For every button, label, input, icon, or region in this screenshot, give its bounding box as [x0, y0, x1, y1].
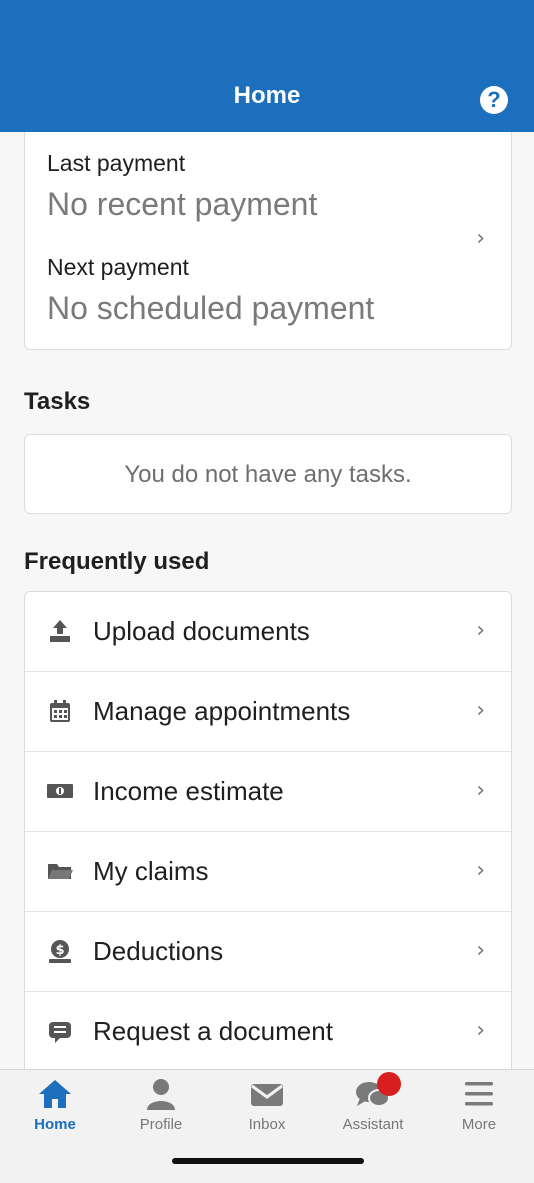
list-item-label: Request a document [93, 1016, 333, 1046]
list-item-label: Income estimate [93, 776, 284, 806]
home-icon [39, 1080, 71, 1108]
notification-badge [377, 1072, 401, 1096]
list-item-income-estimate[interactable]: Income estimate › [25, 752, 511, 832]
tasks-title: Tasks [24, 388, 91, 415]
frequently-used-title: Frequently used [24, 548, 210, 575]
chevron-right-icon: › [476, 618, 485, 643]
money-icon [47, 784, 73, 798]
chevron-right-icon: › [476, 226, 485, 251]
chevron-right-icon: › [476, 858, 485, 883]
last-payment-label: Last payment [47, 150, 186, 176]
frequently-used-list: Upload documents › Manage appointments ›… [24, 591, 512, 1071]
payments-card[interactable]: Last payment No recent payment Next paym… [24, 132, 512, 350]
last-payment-value: No recent payment [47, 186, 318, 222]
tab-label: Home [34, 1116, 76, 1133]
bottom-tab-bar: Home Profile Inbox Assistant More [0, 1069, 534, 1183]
tab-assistant[interactable]: Assistant [320, 1072, 426, 1133]
list-item-request-document[interactable]: Request a document › [25, 992, 511, 1071]
tasks-card: You do not have any tasks. [24, 434, 512, 514]
tab-label: Profile [139, 1116, 183, 1133]
chevron-right-icon: › [476, 1018, 485, 1043]
tab-home[interactable]: Home [2, 1078, 108, 1133]
deduction-icon: $ [49, 940, 71, 963]
document-request-icon [49, 1022, 71, 1043]
upload-icon [50, 620, 70, 642]
user-icon [147, 1079, 175, 1110]
list-item-upload-documents[interactable]: Upload documents › [25, 592, 511, 672]
list-item-my-claims[interactable]: My claims › [25, 832, 511, 912]
next-payment-label: Next payment [47, 254, 189, 280]
envelope-icon [251, 1084, 283, 1106]
tab-inbox[interactable]: Inbox [214, 1078, 320, 1133]
svg-text:$: $ [55, 943, 64, 958]
calendar-icon [50, 700, 70, 722]
chevron-right-icon: › [476, 938, 485, 963]
list-item-label: My claims [93, 856, 209, 886]
list-item-label: Upload documents [93, 616, 310, 646]
menu-icon [465, 1082, 493, 1106]
help-button[interactable]: ? [480, 86, 508, 114]
app-header: Home ? [0, 0, 534, 132]
chevron-right-icon: › [476, 778, 485, 803]
page-title: Home [233, 82, 301, 109]
list-item-label: Manage appointments [93, 696, 351, 726]
folder-icon [48, 864, 73, 879]
tab-label: More [461, 1116, 497, 1133]
list-item-deductions[interactable]: $ Deductions › [25, 912, 511, 992]
tab-more[interactable]: More [426, 1078, 532, 1133]
question-circle-icon: ? [487, 87, 501, 112]
tab-profile[interactable]: Profile [108, 1078, 214, 1133]
home-indicator [172, 1158, 364, 1164]
list-item-label: Deductions [93, 936, 224, 966]
tasks-empty-text: You do not have any tasks. [124, 461, 412, 488]
chevron-right-icon: › [476, 698, 485, 723]
tab-label: Assistant [342, 1116, 404, 1133]
next-payment-value: No scheduled payment [47, 290, 375, 326]
tab-label: Inbox [248, 1116, 286, 1133]
list-item-manage-appointments[interactable]: Manage appointments › [25, 672, 511, 752]
